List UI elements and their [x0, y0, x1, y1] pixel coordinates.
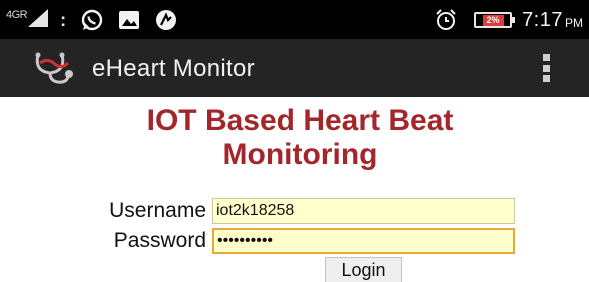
app-title: eHeart Monitor — [92, 55, 255, 82]
password-label: Password — [113, 229, 206, 252]
hike-icon — [154, 8, 178, 32]
login-button[interactable]: Login — [325, 257, 402, 282]
notification-overflow-dots: : — [60, 9, 67, 30]
status-bar: 4GR : 2% 7:17 PM — [0, 0, 589, 39]
battery-icon: 2% — [474, 12, 516, 28]
password-input[interactable] — [212, 228, 515, 254]
clock-time: 7:17 — [522, 8, 563, 31]
battery-level-label: 2% — [482, 14, 504, 26]
password-row: Password — [0, 228, 589, 254]
stethoscope-logo-icon[interactable] — [32, 51, 76, 92]
username-row: Username — [0, 198, 589, 224]
status-bar-right: 2% 7:17 PM — [420, 6, 583, 34]
gallery-icon — [118, 10, 140, 30]
network-type-label: 4GR — [6, 9, 28, 21]
clock-ampm: PM — [565, 16, 583, 30]
username-input[interactable] — [212, 198, 515, 224]
alarm-icon — [434, 8, 458, 32]
overflow-menu-icon[interactable] — [541, 54, 551, 82]
signal-icon — [28, 8, 50, 32]
username-label: Username — [109, 199, 206, 222]
status-bar-left: 4GR : — [6, 6, 178, 34]
app-bar: eHeart Monitor — [0, 39, 589, 97]
whatsapp-icon — [80, 8, 104, 32]
page-heading: IOT Based Heart Beat Monitoring — [146, 104, 454, 171]
